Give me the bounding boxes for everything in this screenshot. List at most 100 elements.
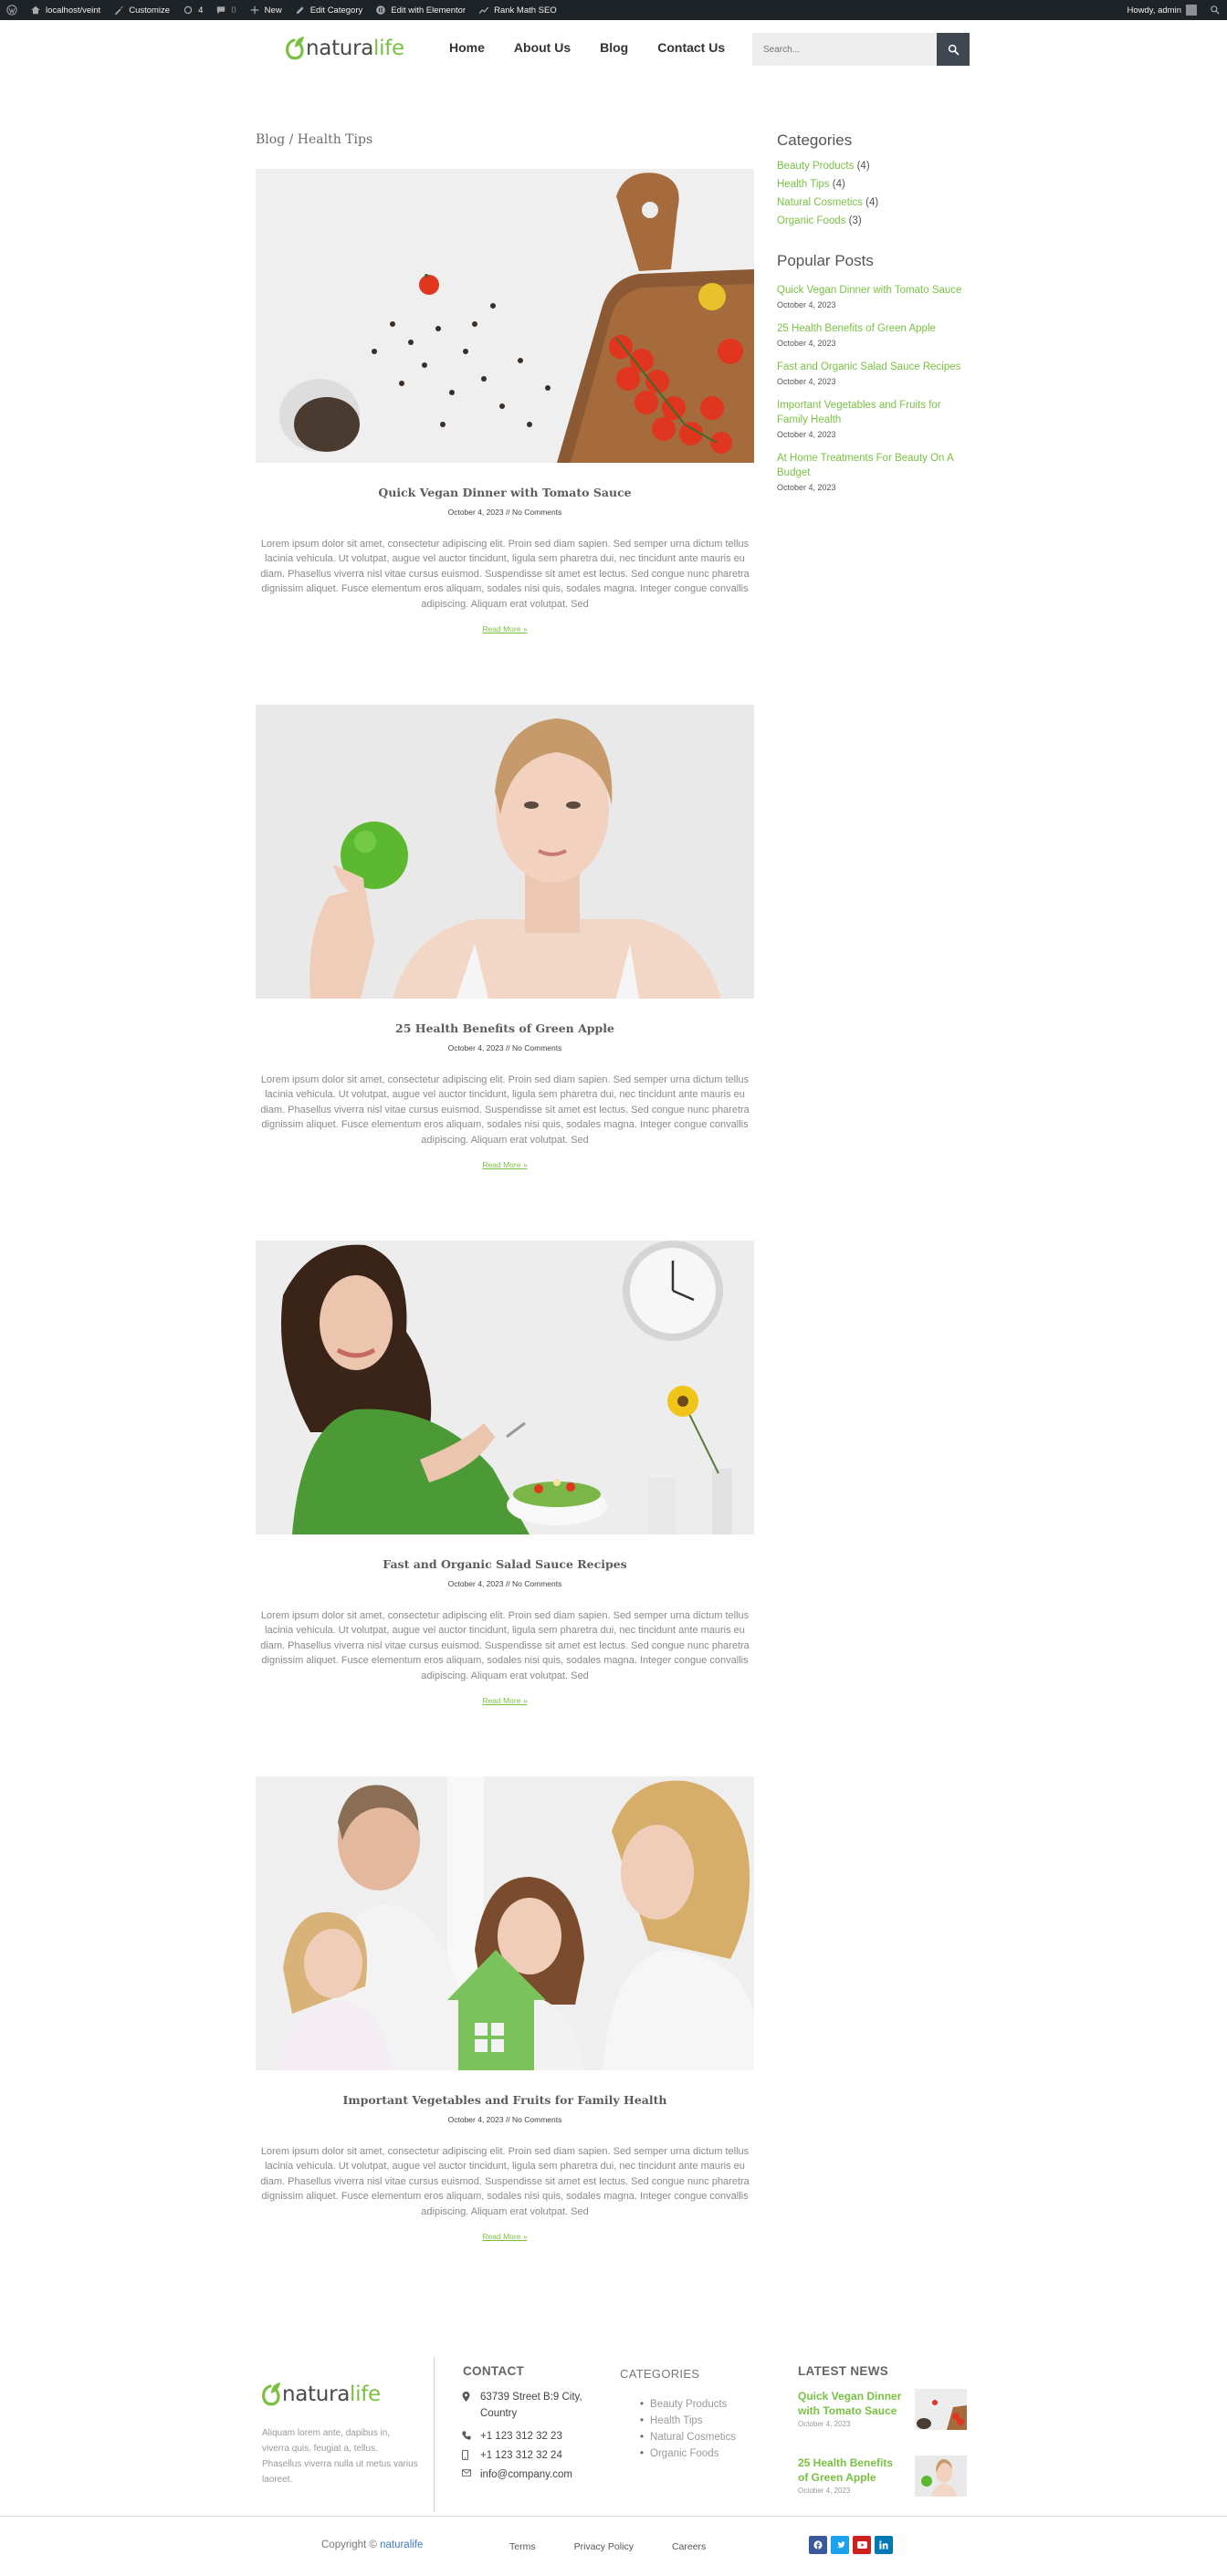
nav-home[interactable]: Home — [449, 40, 485, 55]
post-title[interactable]: Fast and Organic Salad Sauce Recipes — [256, 1557, 754, 1571]
blog-post: Important Vegetables and Fruits for Fami… — [256, 1776, 754, 2241]
blog-post: Quick Vegan Dinner with Tomato Sauce Oct… — [256, 169, 754, 634]
popular-posts-heading: Popular Posts — [777, 252, 874, 269]
linkedin-icon[interactable] — [875, 2536, 893, 2554]
pencil-icon — [296, 6, 304, 15]
footer-news-item: 25 Health Benefits of Green Apple Octobe… — [798, 2456, 967, 2497]
admin-bar-edit-elementor[interactable]: Edit with Elementor — [369, 0, 472, 20]
footer-contact-heading: CONTACT — [463, 2364, 525, 2378]
facebook-icon[interactable] — [809, 2536, 827, 2554]
post-meta: October 4, 2023 // No Comments — [447, 1579, 562, 1588]
post-excerpt: Lorem ipsum dolor sit amet, consectetur … — [260, 2146, 750, 2217]
admin-bar-customize[interactable]: Customize — [107, 0, 176, 20]
categories-heading: Categories — [777, 131, 853, 149]
nav-about-us[interactable]: About Us — [514, 40, 571, 55]
read-more-link[interactable]: Read More » — [256, 2232, 754, 2241]
footer-email[interactable]: info@company.com — [462, 2466, 572, 2483]
copyright-brand-link[interactable]: naturalife — [380, 2539, 423, 2550]
phone-icon — [462, 2431, 471, 2440]
post-title[interactable]: Important Vegetables and Fruits for Fami… — [256, 2093, 754, 2107]
footer-bottom-divider — [0, 2516, 1227, 2517]
footer-logo[interactable]: naturalife — [260, 2381, 381, 2408]
search-form — [752, 33, 970, 66]
admin-bar-updates[interactable]: 4 — [176, 0, 209, 20]
post-title[interactable]: Quick Vegan Dinner with Tomato Sauce — [256, 486, 754, 499]
sidebar-category[interactable]: Beauty Products (4) — [777, 161, 970, 172]
wordpress-logo-icon[interactable] — [0, 0, 24, 20]
post-title[interactable]: 25 Health Benefits of Green Apple — [256, 1021, 754, 1035]
footer-category-link[interactable]: Organic Foods — [642, 2445, 736, 2462]
footer-category-link[interactable]: Natural Cosmetics — [642, 2429, 736, 2445]
post-meta: October 4, 2023 // No Comments — [447, 1043, 562, 1052]
home-icon — [31, 5, 40, 15]
logo-text-part1: natura — [306, 37, 374, 60]
plus-icon — [250, 5, 258, 15]
envelope-icon — [462, 2469, 471, 2477]
admin-bar-account[interactable]: Howdy, admin — [1121, 0, 1204, 20]
comment-icon — [217, 6, 225, 15]
footer-category-link[interactable]: Beauty Products — [642, 2396, 736, 2413]
footer-about-text: Aliquam lorem ante, dapibus in, viverra … — [262, 2428, 418, 2485]
post-image-salad[interactable] — [256, 1241, 754, 1534]
popular-post-link[interactable]: 25 Health Benefits of Green Apple — [777, 321, 970, 336]
footer-news-link[interactable]: 25 Health Benefits of Green Apple — [798, 2456, 903, 2485]
search-icon — [948, 44, 959, 55]
read-more-link[interactable]: Read More » — [256, 624, 754, 634]
avatar — [1186, 5, 1197, 16]
sidebar-category[interactable]: Health Tips (4) — [777, 179, 970, 190]
popular-post: At Home Treatments For Beauty On A Budge… — [777, 451, 970, 492]
nav-contact-us[interactable]: Contact Us — [657, 40, 725, 55]
site-logo[interactable]: naturalife — [284, 35, 404, 62]
footer-address: 63739 Street B:9 City, Country — [462, 2389, 599, 2422]
youtube-icon[interactable] — [853, 2536, 871, 2554]
admin-bar-site[interactable]: localhost/veint — [24, 0, 107, 20]
footer-categories-list: Beauty Products Health Tips Natural Cosm… — [642, 2396, 736, 2462]
nav-blog[interactable]: Blog — [600, 40, 628, 55]
location-pin-icon — [462, 2392, 470, 2402]
blog-post: Fast and Organic Salad Sauce Recipes Oct… — [256, 1241, 754, 1705]
popular-post: Important Vegetables and Fruits for Fami… — [777, 398, 970, 439]
footer-phone-2[interactable]: +1 123 312 32 24 — [462, 2447, 562, 2464]
footer-categories-heading: CATEGORIES — [620, 2367, 700, 2381]
footer-category-link[interactable]: Health Tips — [642, 2413, 736, 2429]
site-footer: naturalife Aliquam lorem ante, dapibus i… — [0, 2337, 1227, 2576]
post-image-cutting-board[interactable] — [256, 169, 754, 463]
sidebar-category[interactable]: Organic Foods (3) — [777, 215, 970, 226]
twitter-icon[interactable] — [831, 2536, 849, 2554]
popular-post-date: October 4, 2023 — [777, 377, 836, 386]
admin-bar-comments[interactable]: 0 — [209, 0, 242, 20]
footer-news-thumbnail[interactable] — [915, 2456, 967, 2497]
popular-post-link[interactable]: At Home Treatments For Beauty On A Budge… — [777, 451, 970, 480]
popular-post-date: October 4, 2023 — [777, 339, 836, 348]
search-button[interactable] — [937, 33, 970, 66]
popular-post: 25 Health Benefits of Green Apple Octobe… — [777, 321, 970, 348]
footer-link-privacy[interactable]: Privacy Policy — [574, 2541, 634, 2552]
footer-news-link[interactable]: Quick Vegan Dinner with Tomato Sauce — [798, 2389, 903, 2418]
footer-phone-1[interactable]: +1 123 312 32 23 — [462, 2428, 562, 2445]
post-image-family[interactable] — [256, 1776, 754, 2070]
admin-bar-edit-category[interactable]: Edit Category — [288, 0, 370, 20]
post-excerpt: Lorem ipsum dolor sit amet, consectetur … — [260, 1074, 750, 1146]
popular-post-link[interactable]: Fast and Organic Salad Sauce Recipes — [777, 360, 970, 374]
post-image-green-apple[interactable] — [256, 705, 754, 999]
blog-post: 25 Health Benefits of Green Apple Octobe… — [256, 705, 754, 1169]
logo-text-part2: life — [350, 2382, 381, 2406]
footer-divider — [434, 2357, 435, 2512]
read-more-link[interactable]: Read More » — [256, 1696, 754, 1705]
post-meta: October 4, 2023 // No Comments — [447, 508, 562, 517]
popular-post: Quick Vegan Dinner with Tomato Sauce Oct… — [777, 283, 970, 309]
popular-post-date: October 4, 2023 — [777, 483, 836, 492]
popular-post-link[interactable]: Quick Vegan Dinner with Tomato Sauce — [777, 283, 970, 298]
read-more-link[interactable]: Read More » — [256, 1160, 754, 1169]
footer-link-careers[interactable]: Careers — [672, 2541, 706, 2552]
post-excerpt: Lorem ipsum dolor sit amet, consectetur … — [260, 539, 750, 610]
admin-bar-new[interactable]: New — [243, 0, 288, 20]
admin-bar-search-icon[interactable] — [1203, 0, 1227, 20]
footer-news-thumbnail[interactable] — [915, 2389, 967, 2430]
search-input[interactable] — [752, 33, 937, 66]
footer-link-terms[interactable]: Terms — [509, 2541, 536, 2552]
popular-post-date: October 4, 2023 — [777, 300, 836, 309]
admin-bar-rank-math[interactable]: Rank Math SEO — [472, 0, 563, 20]
sidebar-category[interactable]: Natural Cosmetics (4) — [777, 197, 970, 208]
popular-post-link[interactable]: Important Vegetables and Fruits for Fami… — [777, 398, 970, 427]
